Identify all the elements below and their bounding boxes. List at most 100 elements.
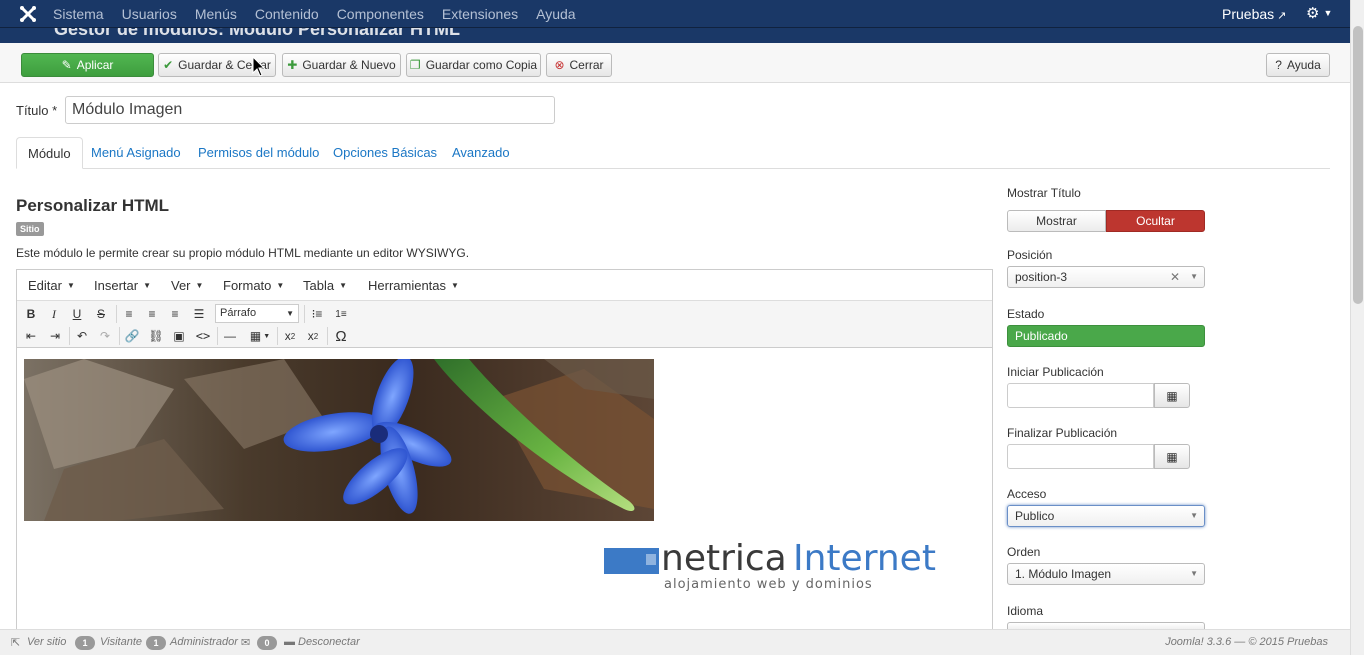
caret-down-icon: ▼ — [1323, 8, 1333, 18]
format-select[interactable]: Párrafo ▼ — [215, 304, 299, 323]
apply-button[interactable]: ✎ Aplicar — [21, 53, 154, 77]
editor-menu-editar[interactable]: Editar ▼ — [28, 278, 75, 293]
calendar-icon: ▦ — [1166, 449, 1178, 464]
view-site-link[interactable]: Ver sitio — [27, 636, 66, 648]
toolbar-separator — [304, 305, 305, 323]
numbered-list-icon[interactable]: 1≡ — [330, 304, 352, 324]
editor-menu-ver[interactable]: Ver ▼ — [171, 278, 203, 293]
user-menu[interactable]: ⚙ ▼ — [1306, 4, 1332, 22]
admins-count: 1 — [146, 636, 166, 650]
outdent-icon[interactable]: ⇤ — [20, 326, 42, 346]
caret-down-icon: ▼ — [1190, 272, 1198, 281]
menu-sistema[interactable]: Sistema — [53, 0, 104, 28]
editor-menu-herramientas[interactable]: Herramientas ▼ — [368, 278, 459, 293]
start-calendar-button[interactable]: ▦ — [1154, 383, 1190, 408]
main-menu: Sistema Usuarios Menús Contenido Compone… — [53, 0, 594, 28]
page-scrollbar[interactable] — [1350, 0, 1364, 655]
module-description: Este módulo le permite crear su propio m… — [16, 246, 470, 260]
help-label: Ayuda — [1286, 58, 1321, 72]
menu-usuarios[interactable]: Usuarios — [122, 0, 177, 28]
tab-modulo[interactable]: Módulo — [16, 137, 83, 169]
code-icon[interactable]: <> — [192, 326, 214, 346]
show-title-label: Mostrar Título — [1007, 186, 1081, 200]
strikethrough-icon[interactable]: S — [90, 304, 112, 324]
page-title: Gestor de módulos: Módulo Personalizar H… — [54, 28, 461, 39]
cancel-icon: ⊗ — [554, 58, 565, 72]
align-left-icon[interactable]: ≡ — [118, 304, 140, 324]
order-value: 1. Módulo Imagen — [1015, 567, 1112, 581]
visitors-label: Visitante — [100, 636, 142, 648]
state-label: Estado — [1007, 307, 1045, 321]
menu-menus[interactable]: Menús — [195, 0, 237, 28]
site-link[interactable]: Pruebas ↗ — [1222, 0, 1286, 30]
editor-toolbar: B I U S ≡ ≡ ≡ ☰ Párrafo ▼ ⁝≡ 1≡ ⇤ ⇥ ↶ ↷ 🔗… — [17, 301, 992, 348]
copy-icon: ❐ — [409, 58, 421, 72]
menu-extensiones[interactable]: Extensiones — [442, 0, 518, 28]
underline-icon[interactable]: U — [66, 304, 88, 324]
messages-count: 0 — [257, 636, 277, 650]
show-title-toggle: Mostrar Ocultar — [1007, 210, 1205, 232]
check-icon: ✔ — [163, 58, 174, 72]
clear-icon[interactable]: ✕ — [1170, 267, 1180, 287]
title-input[interactable]: Módulo Imagen — [65, 96, 555, 124]
top-navbar: Sistema Usuarios Menús Contenido Compone… — [0, 0, 1350, 28]
end-publish-input[interactable] — [1007, 444, 1154, 469]
save-new-button[interactable]: ✚ Guardar & Nuevo — [282, 53, 401, 77]
unlink-icon[interactable]: ⛓ — [145, 326, 167, 346]
editor-menu-formato[interactable]: Formato ▼ — [223, 278, 284, 293]
logo-text-b: Internet — [793, 540, 936, 579]
caret-down-icon: ▼ — [286, 309, 294, 318]
horizontal-rule-icon[interactable]: — — [219, 326, 241, 346]
toolbar-separator — [116, 305, 117, 323]
image-icon[interactable]: ▣ — [168, 326, 190, 346]
toolbar-separator — [119, 327, 120, 345]
save-copy-label: Guardar como Copia — [425, 58, 538, 72]
hide-button[interactable]: Ocultar — [1106, 210, 1205, 232]
redo-icon: ↷ — [99, 329, 111, 343]
show-button[interactable]: Mostrar — [1007, 210, 1106, 232]
order-select[interactable]: 1. Módulo Imagen ▼ — [1007, 563, 1205, 585]
state-select[interactable]: Publicado — [1007, 325, 1205, 347]
status-bar: ⇱ Ver sitio 1 Visitante 1 Administrador … — [0, 629, 1350, 655]
save-copy-button[interactable]: ❐ Guardar como Copia — [406, 53, 541, 77]
subscript-icon[interactable]: x2 — [279, 326, 301, 346]
editor-menu-insertar[interactable]: Insertar ▼ — [94, 278, 151, 293]
bold-icon[interactable]: B — [20, 304, 42, 324]
position-select[interactable]: position-3 ✕ ▼ — [1007, 266, 1205, 288]
bullet-list-icon[interactable]: ⁝≡ — [306, 304, 328, 324]
undo-icon[interactable]: ↶ — [71, 326, 93, 346]
italic-icon[interactable]: I — [43, 304, 65, 324]
superscript-icon[interactable]: x2 — [302, 326, 324, 346]
access-select[interactable]: Publico ▼ — [1007, 505, 1205, 527]
netrica-logo-image[interactable]: netrica Internet alojamiento web y domin… — [603, 538, 943, 595]
scrollbar-thumb[interactable] — [1353, 26, 1363, 304]
start-publish-input[interactable] — [1007, 383, 1154, 408]
menu-contenido[interactable]: Contenido — [255, 0, 319, 28]
tab-opciones-basicas[interactable]: Opciones Básicas — [333, 137, 437, 169]
indent-icon[interactable]: ⇥ — [44, 326, 66, 346]
page-header: Gestor de módulos: Módulo Personalizar H… — [0, 28, 1350, 43]
editor-menu-tabla[interactable]: Tabla ▼ — [303, 278, 347, 293]
position-label: Posición — [1007, 248, 1053, 262]
help-button[interactable]: ? Ayuda — [1266, 53, 1330, 77]
align-center-icon[interactable]: ≡ — [141, 304, 163, 324]
logout-link[interactable]: Desconectar — [298, 636, 360, 648]
menu-ayuda[interactable]: Ayuda — [536, 0, 575, 28]
link-icon[interactable]: 🔗 — [121, 326, 143, 346]
align-right-icon[interactable]: ≡ — [164, 304, 186, 324]
joomla-logo-icon[interactable] — [19, 5, 37, 23]
tab-menu-asignado[interactable]: Menú Asignado — [91, 137, 181, 169]
menu-componentes[interactable]: Componentes — [337, 0, 424, 28]
logo-text-a: netrica — [661, 540, 787, 579]
end-calendar-button[interactable]: ▦ — [1154, 444, 1190, 469]
tab-avanzado[interactable]: Avanzado — [452, 137, 510, 169]
toolbar: ✎ Aplicar ✔ Guardar & Cerrar ✚ Guardar &… — [0, 43, 1350, 83]
close-button[interactable]: ⊗ Cerrar — [546, 53, 612, 77]
language-select[interactable] — [1007, 622, 1205, 629]
table-icon[interactable]: ▦ ▼ — [246, 326, 274, 346]
flower-banner-image[interactable] — [24, 359, 654, 521]
external-link-icon: ↗ — [1277, 10, 1287, 22]
tab-permisos[interactable]: Permisos del módulo — [198, 137, 319, 169]
special-char-icon[interactable]: Ω — [330, 326, 352, 346]
align-justify-icon[interactable]: ☰ — [188, 304, 210, 324]
